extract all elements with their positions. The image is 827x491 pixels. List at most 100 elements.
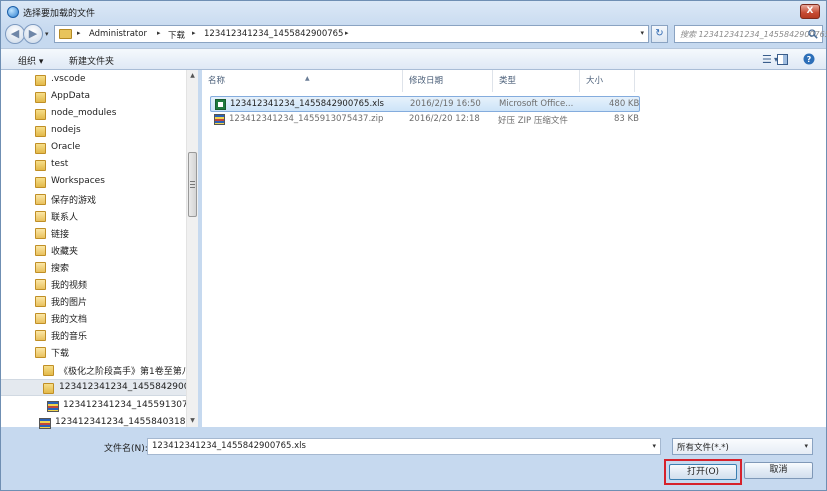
- search-icon[interactable]: [808, 29, 818, 39]
- sidebar-item[interactable]: 我的图片: [1, 293, 186, 310]
- column-name-label: 名称: [208, 76, 226, 86]
- sidebar-item[interactable]: 联系人: [1, 208, 186, 225]
- sidebar-item-label: Oracle: [51, 142, 81, 152]
- new-folder-button[interactable]: 新建文件夹: [69, 54, 114, 67]
- column-name[interactable]: 名称 ▲: [202, 70, 403, 92]
- view-options-icon[interactable]: ☰: [762, 53, 772, 66]
- file-type: Microsoft Office...: [499, 99, 574, 109]
- sidebar-item[interactable]: AppData: [1, 89, 186, 106]
- sidebar-item[interactable]: 我的音乐: [1, 327, 186, 344]
- open-button[interactable]: 打开(O): [669, 464, 737, 480]
- links-icon: [35, 228, 46, 239]
- chevron-right-icon[interactable]: ▸: [157, 29, 161, 37]
- file-size: 83 KB: [614, 114, 639, 124]
- music-icon: [35, 330, 46, 341]
- chevron-right-icon[interactable]: ▸: [77, 29, 81, 37]
- sidebar-item[interactable]: 123412341234_1455842900765: [1, 379, 186, 396]
- column-size[interactable]: 大小: [580, 70, 635, 92]
- file-size: 480 KB: [609, 99, 640, 109]
- file-name: 123412341234_1455842900765.xls: [230, 99, 384, 109]
- sidebar-item-label: 搜索: [51, 264, 70, 274]
- window-title: 选择要加载的文件: [23, 9, 96, 19]
- browser-icon: [7, 6, 19, 18]
- documents-icon: [35, 313, 46, 324]
- recent-locations-dropdown[interactable]: ▾: [45, 30, 49, 38]
- chevron-down-icon[interactable]: ▾: [652, 442, 656, 450]
- sidebar-item[interactable]: 链接: [1, 225, 186, 242]
- sidebar-item[interactable]: Workspaces: [1, 174, 186, 191]
- filename-label: 文件名(N):: [104, 444, 148, 454]
- chevron-down-icon[interactable]: ▾: [804, 442, 808, 450]
- sidebar-item[interactable]: Oracle: [1, 140, 186, 157]
- column-modified[interactable]: 修改日期: [403, 70, 493, 92]
- file-row-zip[interactable]: 123412341234_1455913075437.zip 2016/2/20…: [210, 112, 640, 128]
- file-list: 名称 ▲ 修改日期 类型 大小 123412341234_145584290076…: [202, 70, 826, 427]
- file-type-value: 所有文件(*.*): [677, 443, 729, 453]
- folder-icon: [35, 92, 46, 103]
- scroll-down-icon[interactable]: ▼: [187, 415, 198, 427]
- open-button-highlight: 打开(O): [664, 459, 742, 485]
- filename-input[interactable]: 123412341234_1455842900765.xls ▾: [147, 438, 661, 455]
- address-dropdown-icon[interactable]: ▾: [640, 29, 644, 37]
- dialog-footer: 文件名(N): 123412341234_1455842900765.xls ▾…: [1, 429, 826, 491]
- organize-button[interactable]: 组织 ▾: [18, 54, 43, 67]
- file-type-select[interactable]: 所有文件(*.*) ▾: [672, 438, 813, 455]
- excel-file-icon: [215, 99, 226, 110]
- sidebar-item[interactable]: nodejs: [1, 123, 186, 140]
- refresh-button[interactable]: ↻: [651, 25, 668, 43]
- sidebar-item[interactable]: test: [1, 157, 186, 174]
- sidebar-item[interactable]: 《极化之阶段高手》第1卷至第八: [1, 362, 186, 379]
- sort-up-icon: ▲: [305, 75, 310, 82]
- forward-button[interactable]: ▶: [23, 24, 43, 44]
- chevron-right-icon[interactable]: ▸: [192, 29, 196, 37]
- sidebar-item-label: AppData: [51, 91, 91, 101]
- videos-icon: [35, 279, 46, 290]
- pictures-icon: [35, 296, 46, 307]
- saved-games-icon: [35, 194, 46, 205]
- contacts-icon: [35, 211, 46, 222]
- sidebar-item-label: node_modules: [51, 108, 117, 118]
- sidebar-item[interactable]: 收藏夹: [1, 242, 186, 259]
- folder-icon: [35, 177, 46, 188]
- command-bar: 组织 ▾ 新建文件夹 ☰ ▾ ?: [1, 48, 826, 70]
- sidebar-item-label: test: [51, 159, 69, 169]
- sidebar-item-label: 123412341234_1455913075: [63, 400, 186, 410]
- close-button[interactable]: X: [800, 4, 820, 19]
- folder-icon: [35, 160, 46, 171]
- column-type[interactable]: 类型: [493, 70, 580, 92]
- file-name: 123412341234_1455913075437.zip: [229, 114, 384, 124]
- file-dialog-window: 选择要加载的文件 X ◀ ▶ ▾ ▸ Administrator ▸ 下载 ▸ …: [0, 0, 827, 491]
- sidebar-item[interactable]: 123412341234_1455913075: [1, 398, 186, 415]
- chevron-right-icon[interactable]: ▸: [345, 29, 349, 37]
- sidebar-item[interactable]: 我的文档: [1, 310, 186, 327]
- sidebar-item-label: .vscode: [51, 74, 86, 84]
- preview-pane-icon[interactable]: [777, 54, 788, 65]
- back-button[interactable]: ◀: [5, 24, 25, 44]
- vertical-scrollbar[interactable]: ▲ ▼: [186, 70, 198, 427]
- sidebar-item[interactable]: 我的视频: [1, 276, 186, 293]
- scroll-up-icon[interactable]: ▲: [187, 70, 198, 82]
- sidebar-item-label: 我的文档: [51, 315, 88, 325]
- breadcrumb-downloads[interactable]: 下载: [168, 29, 185, 41]
- folder-icon: [35, 75, 46, 86]
- sidebar-item-label: Workspaces: [51, 176, 105, 186]
- folder-icon: [35, 126, 46, 137]
- sidebar-item[interactable]: 保存的游戏: [1, 191, 186, 208]
- sidebar-item[interactable]: node_modules: [1, 106, 186, 123]
- search-box[interactable]: 搜索 123412341234_1455842900765: [674, 25, 827, 43]
- sidebar-item-label: 链接: [51, 230, 70, 240]
- sidebar-item[interactable]: 搜索: [1, 259, 186, 276]
- sidebar-item[interactable]: .vscode: [1, 72, 186, 89]
- folder-icon: [43, 383, 54, 394]
- cancel-button[interactable]: 取消: [744, 462, 813, 479]
- svg-text:?: ?: [807, 55, 812, 64]
- file-modified: 2016/2/19 16:50: [410, 99, 481, 109]
- breadcrumb-administrator[interactable]: Administrator: [89, 29, 147, 39]
- scrollbar-thumb[interactable]: [188, 152, 197, 217]
- breadcrumb-current-folder[interactable]: 123412341234_1455842900765: [204, 29, 343, 39]
- file-row-xls[interactable]: 123412341234_1455842900765.xls 2016/2/19…: [210, 96, 640, 112]
- help-icon[interactable]: ?: [803, 53, 815, 65]
- sidebar-item[interactable]: 下载: [1, 344, 186, 361]
- address-bar[interactable]: ▸ Administrator ▸ 下载 ▸ 123412341234_1455…: [54, 25, 649, 43]
- sidebar-item-label: nodejs: [51, 125, 81, 135]
